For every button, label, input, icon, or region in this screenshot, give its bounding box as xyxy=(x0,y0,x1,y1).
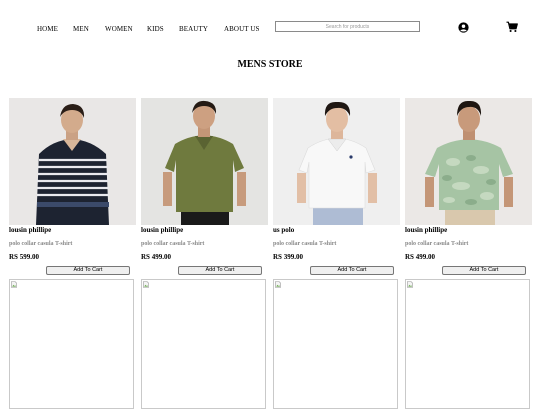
broken-image-icon xyxy=(275,281,281,288)
nav-link-home[interactable]: HOME xyxy=(37,25,58,33)
product-name[interactable]: lousin phillipe xyxy=(141,226,268,235)
product-description: polo collar casula T-shirt xyxy=(273,241,337,247)
product-description: polo collar casula T-shirt xyxy=(405,241,469,247)
product-description: polo collar casula T-shirt xyxy=(9,241,73,247)
product-price: RS 599.00 xyxy=(9,253,39,261)
product-card: lousin phillipe polo collar casula T-shi… xyxy=(405,98,532,275)
add-to-cart-button[interactable]: Add To Cart xyxy=(310,266,394,275)
cart-icon[interactable] xyxy=(506,21,518,33)
product-card: us polo polo collar casula T-shirt RS 39… xyxy=(273,98,400,275)
nav-link-men[interactable]: MEN xyxy=(73,25,89,33)
product-price: RS 399.00 xyxy=(273,253,303,261)
nav-link-kids[interactable]: KIDS xyxy=(147,25,164,33)
add-to-cart-button[interactable]: Add To Cart xyxy=(442,266,526,275)
product-description: polo collar casula T-shirt xyxy=(141,241,205,247)
add-to-cart-button[interactable]: Add To Cart xyxy=(46,266,130,275)
nav-link-beauty[interactable]: BEAUTY xyxy=(179,25,208,33)
product-image[interactable] xyxy=(9,98,136,225)
product-name[interactable]: lousin phillipe xyxy=(9,226,136,235)
nav-link-women[interactable]: WOMEN xyxy=(105,25,133,33)
product-name[interactable]: us polo xyxy=(273,226,400,235)
broken-product-image xyxy=(141,279,266,409)
product-image[interactable] xyxy=(273,98,400,225)
product-card: lousin phillipe polo collar casula T-shi… xyxy=(9,98,136,275)
broken-image-icon xyxy=(143,281,149,288)
broken-image-icon xyxy=(11,281,17,288)
top-navbar: HOME MEN WOMEN KIDS BEAUTY ABOUT US xyxy=(0,0,540,56)
product-card: lousin phillipe polo collar casula T-shi… xyxy=(141,98,268,275)
broken-product-image xyxy=(9,279,134,409)
nav-link-about-us[interactable]: ABOUT US xyxy=(224,25,259,33)
product-name[interactable]: lousin phillipe xyxy=(405,226,532,235)
page-title: MENS STORE xyxy=(237,59,303,70)
product-price: RS 499.00 xyxy=(141,253,171,261)
broken-image-icon xyxy=(407,281,413,288)
broken-product-image xyxy=(273,279,398,409)
add-to-cart-button[interactable]: Add To Cart xyxy=(178,266,262,275)
search-input[interactable] xyxy=(275,21,420,32)
product-image[interactable] xyxy=(405,98,532,225)
user-icon[interactable] xyxy=(458,22,469,33)
product-image[interactable] xyxy=(141,98,268,225)
product-price: RS 499.00 xyxy=(405,253,435,261)
broken-product-image xyxy=(405,279,530,409)
